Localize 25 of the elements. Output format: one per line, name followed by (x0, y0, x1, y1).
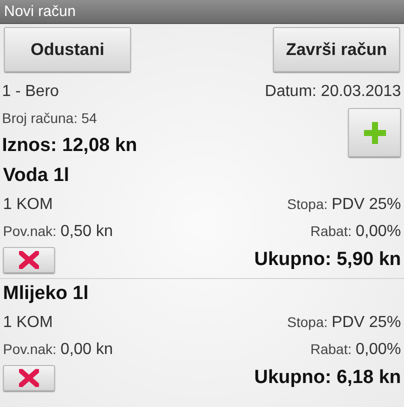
invoice-number: Broj računa: 54 (2, 109, 98, 128)
deposit-value: 0,50 kn (60, 222, 113, 242)
discount-label: Rabat: (310, 222, 352, 241)
date-label: Datum: 20.03.2013 (264, 82, 401, 102)
customer-label: 1 - Bero (2, 82, 60, 102)
rate-label: Stopa: (287, 195, 328, 214)
rate-value: PDV 25% (332, 313, 401, 333)
item-name: Voda 1l (3, 164, 70, 188)
item-total: Ukupno: 6,18 kn (254, 366, 401, 390)
window-title: Novi račun (0, 0, 404, 24)
discount-label: Rabat: (310, 340, 352, 359)
discount-value: 0,00% (356, 222, 401, 242)
deposit-value: 0,00 kn (60, 340, 113, 360)
amount-total: Iznos: 12,08 kn (2, 134, 138, 158)
rate-label: Stopa: (287, 313, 328, 332)
item-name: Mlijeko 1l (3, 282, 90, 306)
rate-value: PDV 25% (332, 195, 401, 215)
item-total: Ukupno: 5,90 kn (254, 248, 401, 272)
finish-button[interactable]: Završi račun (273, 27, 400, 72)
item-quantity: 1 KOM (3, 195, 53, 215)
cancel-button[interactable]: Odustani (4, 27, 131, 72)
deposit-label: Pov.nak: (3, 222, 56, 241)
item-quantity: 1 KOM (3, 313, 53, 333)
deposit-label: Pov.nak: (3, 340, 56, 359)
discount-value: 0,00% (356, 340, 401, 360)
